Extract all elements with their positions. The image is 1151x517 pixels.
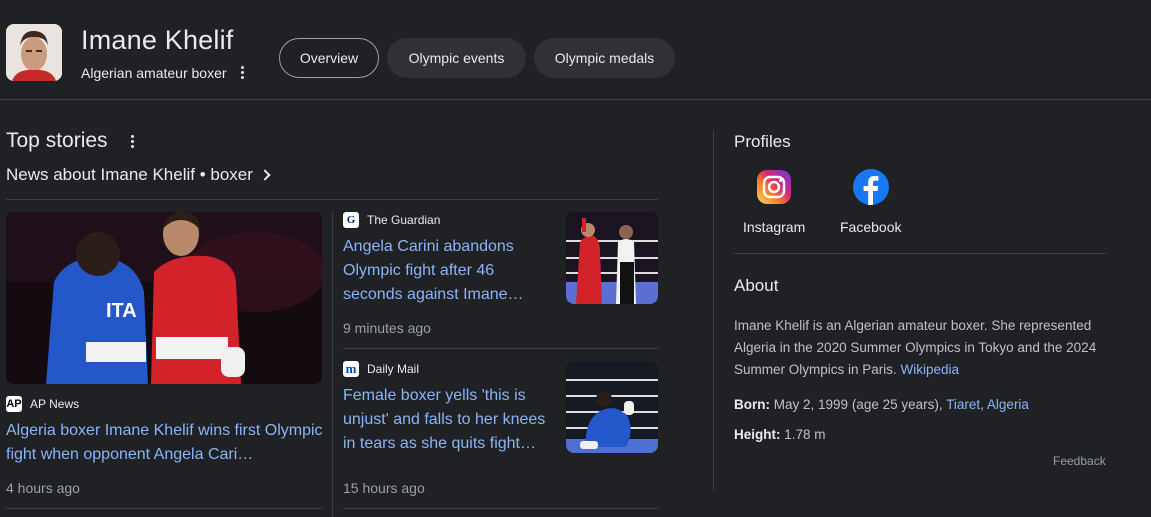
story-source-name: Daily Mail (367, 362, 420, 376)
fact-value: 1.78 m (784, 427, 826, 442)
profiles-title: Profiles (734, 132, 791, 151)
column-divider (332, 212, 333, 517)
about-description: Imane Khelif is an Algerian amateur boxe… (734, 315, 1114, 381)
top-stories-title: Top stories (6, 129, 108, 152)
profile-label: Instagram (743, 219, 806, 235)
facebook-icon (852, 168, 890, 211)
story-source: m Daily Mail (343, 361, 419, 377)
entity-avatar[interactable] (6, 24, 62, 81)
fact-label: Height: (734, 427, 781, 442)
svg-text:ITA: ITA (106, 300, 137, 322)
story-headline[interactable]: Angela Carini abandons Olympic fight aft… (343, 235, 543, 307)
divider (343, 508, 658, 509)
tab-label: Overview (299, 50, 359, 66)
chevron-right-icon (259, 169, 271, 181)
feedback-link[interactable]: Feedback (1053, 454, 1106, 468)
profile-label: Facebook (840, 219, 902, 235)
entity-name: Imane Khelif (81, 25, 234, 55)
divider (6, 199, 658, 200)
entity-header: Imane Khelif Algerian amateur boxer Over… (0, 0, 1151, 100)
top-stories-more-icon[interactable] (127, 132, 137, 150)
country-link[interactable]: Algeria (987, 397, 1029, 412)
about-title: About (734, 276, 779, 295)
news-about-link[interactable]: News about Imane Khelif • boxer (6, 165, 271, 185)
tab-overview[interactable]: Overview (279, 38, 379, 78)
story-headline[interactable]: Algeria boxer Imane Khelif wins first Ol… (6, 419, 324, 467)
tab-olympic-medals[interactable]: Olympic medals (534, 38, 675, 78)
tab-label: Olympic events (408, 50, 505, 66)
divider (6, 508, 322, 509)
story-headline[interactable]: Female boxer yells 'this is unjust' and … (343, 384, 553, 456)
story-source-name: AP News (30, 397, 80, 411)
story-time: 15 hours ago (343, 480, 425, 496)
story-image-daily-mail[interactable] (566, 361, 658, 453)
tab-label: Olympic medals (554, 50, 655, 66)
ap-news-logo-icon: AP (6, 396, 22, 412)
fact-born: Born: May 2, 1999 (age 25 years), Tiaret… (734, 397, 1029, 412)
story-image-guardian[interactable] (566, 212, 658, 304)
instagram-icon (755, 168, 793, 211)
story-time: 9 minutes ago (343, 320, 431, 336)
story-source: AP AP News (6, 396, 79, 412)
more-options-icon[interactable] (236, 63, 248, 81)
wikipedia-link[interactable]: Wikipedia (901, 362, 960, 377)
story-image-ap[interactable]: ITA (6, 212, 322, 384)
entity-subtitle: Algerian amateur boxer (81, 65, 227, 81)
story-time: 4 hours ago (6, 480, 80, 496)
tab-olympic-events[interactable]: Olympic events (387, 38, 526, 78)
fact-height: Height: 1.78 m (734, 427, 826, 442)
divider (343, 348, 658, 349)
story-source: G The Guardian (343, 212, 440, 228)
profile-instagram[interactable]: Instagram (743, 168, 805, 235)
fact-label: Born: (734, 397, 770, 412)
divider (734, 253, 1106, 254)
fact-value: May 2, 1999 (age 25 years), (773, 397, 943, 412)
fact-separator: , (980, 397, 984, 412)
daily-mail-logo-icon: m (343, 361, 359, 377)
guardian-logo-icon: G (343, 212, 359, 228)
panel-divider (713, 130, 714, 490)
story-source-name: The Guardian (367, 213, 441, 227)
birthplace-link[interactable]: Tiaret (946, 397, 980, 412)
news-about-label: News about Imane Khelif • boxer (6, 165, 253, 184)
profile-facebook[interactable]: Facebook (840, 168, 901, 235)
